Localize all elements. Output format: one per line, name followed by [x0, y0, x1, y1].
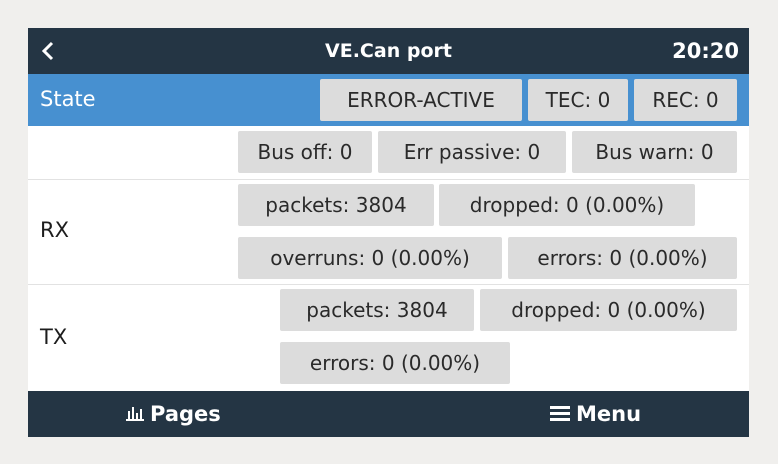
tx-packets-chip: packets: 3804	[280, 289, 474, 331]
pages-label: Pages	[150, 402, 221, 426]
tec-chip: TEC: 0	[528, 79, 628, 121]
rx-label: RX	[40, 218, 69, 242]
rx-overruns-chip: overruns: 0 (0.00%)	[238, 237, 502, 279]
pages-button[interactable]: Pages	[126, 391, 221, 437]
state-row[interactable]: State ERROR-ACTIVE TEC: 0 REC: 0	[28, 74, 749, 126]
state-label: State	[40, 87, 96, 111]
rx-row[interactable]: RX packets: 3804 dropped: 0 (0.00%) over…	[28, 180, 749, 285]
bar-chart-icon	[126, 407, 144, 421]
hamburger-menu-icon	[550, 406, 570, 421]
err-passive-chip: Err passive: 0	[378, 131, 566, 173]
bottom-bar: Pages Menu	[28, 391, 749, 437]
rx-dropped-chip: dropped: 0 (0.00%)	[439, 184, 695, 226]
rx-errors-chip: errors: 0 (0.00%)	[508, 237, 737, 279]
tx-errors-chip: errors: 0 (0.00%)	[280, 342, 510, 384]
clock: 20:20	[672, 39, 739, 63]
menu-button[interactable]: Menu	[550, 391, 641, 437]
title-bar: VE.Can port 20:20	[28, 28, 749, 74]
rx-packets-chip: packets: 3804	[238, 184, 434, 226]
page-title: VE.Can port	[325, 40, 452, 62]
bus-warn-chip: Bus warn: 0	[572, 131, 737, 173]
tx-dropped-chip: dropped: 0 (0.00%)	[480, 289, 737, 331]
tx-label: TX	[40, 325, 68, 349]
menu-label: Menu	[576, 402, 642, 426]
bus-counters-row[interactable]: Bus off: 0 Err passive: 0 Bus warn: 0	[28, 126, 749, 180]
bus-off-chip: Bus off: 0	[238, 131, 372, 173]
tx-row[interactable]: TX packets: 3804 dropped: 0 (0.00%) erro…	[28, 285, 749, 391]
screen: VE.Can port 20:20 State ERROR-ACTIVE TEC…	[28, 28, 749, 437]
rec-chip: REC: 0	[634, 79, 737, 121]
state-value-chip: ERROR-ACTIVE	[320, 79, 522, 121]
